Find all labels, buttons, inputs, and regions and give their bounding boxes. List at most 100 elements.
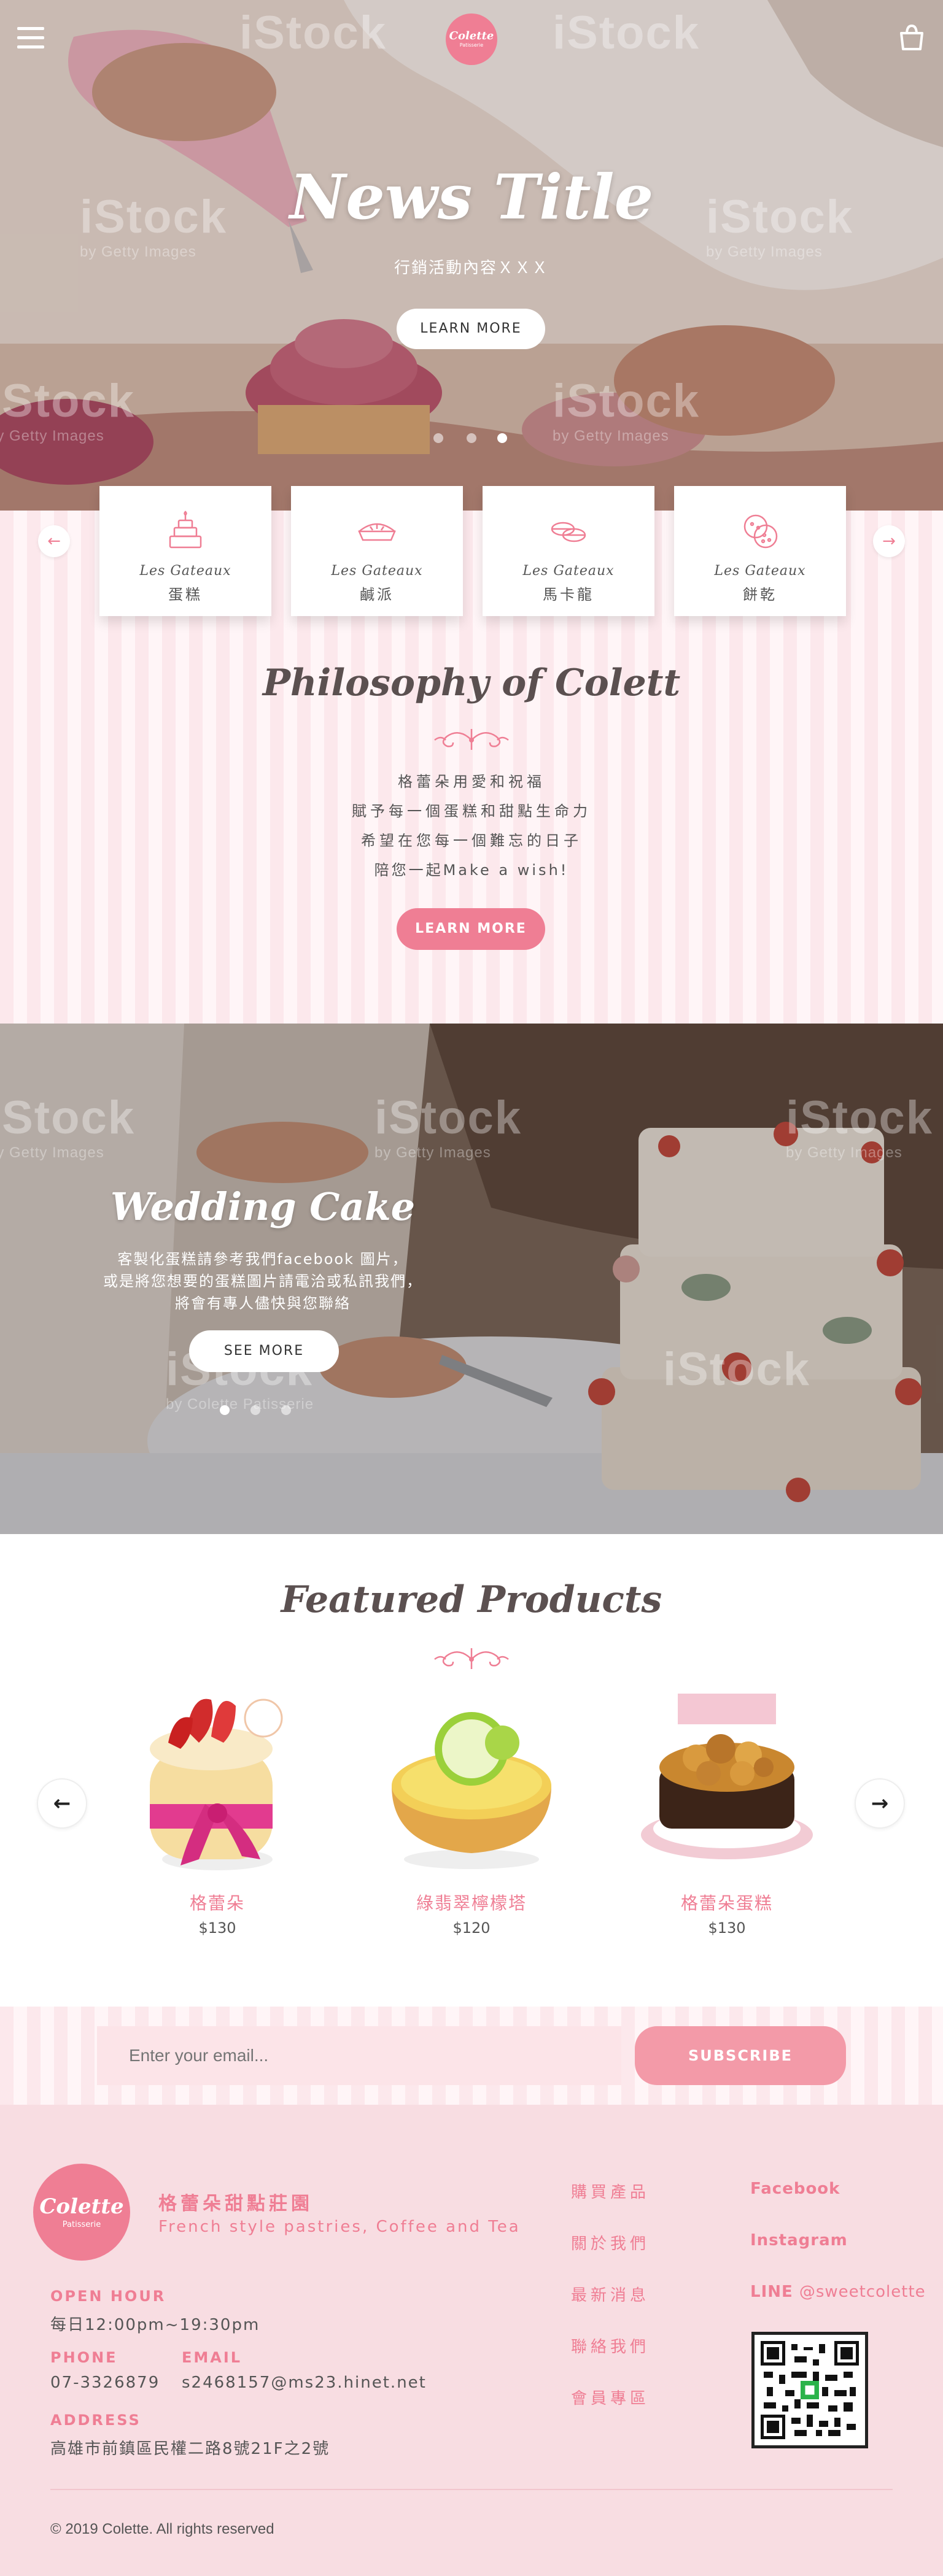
logo[interactable]: Colette Patisserie — [446, 13, 497, 65]
footer-divider — [50, 2489, 893, 2490]
wedding-see-more-button[interactable]: SEE MORE — [189, 1330, 339, 1372]
instagram-link[interactable]: Instagram — [750, 2231, 848, 2250]
category-fr-label: Les Gateaux — [139, 563, 231, 579]
product-name: 綠翡翠檸檬塔 — [416, 1893, 527, 1913]
category-card-cookie[interactable]: Les Gateaux 餅乾 — [674, 486, 846, 616]
wedding-slide-dot[interactable] — [250, 1405, 260, 1415]
footer-logo[interactable]: Colette Patisserie — [33, 2164, 130, 2261]
category-zh-label: 鹹派 — [360, 586, 394, 603]
product-price: $130 — [198, 1919, 236, 1937]
cookie-icon — [743, 514, 778, 549]
copyright: © 2019 Colette. All rights reserved — [50, 2521, 274, 2537]
philosophy-learn-more-button[interactable]: LEARN MORE — [397, 908, 545, 950]
line-qr-code — [751, 2332, 868, 2448]
footer-nav-contact[interactable]: 聯絡我們 — [571, 2334, 650, 2357]
arrow-left-icon: ← — [47, 532, 61, 550]
arrow-left-icon: ← — [53, 1791, 71, 1816]
wedding-watermark: iStock — [663, 1343, 811, 1395]
address-value: 高雄市前鎮區民權二路8號21F之2號 — [50, 2440, 330, 2458]
email-input[interactable] — [97, 2026, 621, 2085]
footer-nav-member[interactable]: 會員專區 — [571, 2386, 650, 2408]
category-fr-label: Les Gateaux — [331, 563, 423, 579]
subscribe-button[interactable]: SUBSCRIBE — [635, 2026, 846, 2085]
philosophy-title: Philosophy of Colett — [262, 661, 681, 704]
category-zh-label: 餅乾 — [743, 586, 777, 603]
wedding-watermark: iStockby Getty Images — [0, 1092, 136, 1161]
category-next-button[interactable]: → — [873, 525, 905, 557]
phone-label: PHONE — [50, 2349, 118, 2366]
line-label: LINE — [750, 2283, 793, 2301]
category-card-macaron[interactable]: Les Gateaux 馬卡龍 — [483, 486, 654, 616]
arrow-right-icon: → — [882, 532, 896, 550]
ornament-divider — [434, 1648, 509, 1669]
logo-text: Colette — [449, 29, 494, 42]
address-label: ADDRESS — [50, 2412, 141, 2429]
pie-icon — [358, 523, 396, 541]
hero-watermark: iStock — [239, 7, 387, 59]
wedding-watermark: iStockby Getty Images — [374, 1092, 522, 1161]
wedding-slide-dot-active[interactable] — [220, 1405, 230, 1415]
cake-icon — [169, 511, 202, 549]
wedding-slide-dot[interactable] — [281, 1405, 291, 1415]
product-price: $130 — [708, 1919, 746, 1937]
wedding-watermark: iStockby Getty Images — [786, 1092, 934, 1161]
product-card[interactable]: 格蕾朵蛋糕 $130 — [635, 1681, 819, 1937]
footer-brand-tagline: French style pastries, Coffee and Tea — [158, 2218, 521, 2236]
products-prev-button[interactable]: ← — [37, 1778, 87, 1829]
wedding-text-line: 將會有專人儘快與您聯絡 — [175, 1295, 351, 1312]
product-card[interactable]: 綠翡翠檸檬塔 $120 — [379, 1681, 564, 1937]
hero-slide-dot-active[interactable] — [497, 433, 507, 443]
philosophy-line: 格蕾朵用愛和祝福 — [398, 773, 545, 790]
hero-slide-dot[interactable] — [467, 433, 476, 443]
category-prev-button[interactable]: ← — [38, 525, 70, 557]
wedding-title: Wedding Cake — [110, 1184, 416, 1229]
hero-watermark: iStockby Getty Images — [706, 191, 854, 260]
footer-nav-about[interactable]: 關於我們 — [571, 2231, 650, 2254]
category-zh-label: 蛋糕 — [168, 586, 203, 603]
line-link[interactable]: LINE @sweetcolette — [750, 2283, 926, 2301]
footer-logo-text: Colette — [39, 2194, 124, 2219]
macaron-icon — [551, 522, 586, 542]
category-fr-label: Les Gateaux — [714, 563, 806, 579]
philosophy-line: 陪您一起Make a wish! — [374, 862, 569, 879]
wedding-section: iStockby Getty Images iStockby Getty Ima… — [0, 1024, 943, 1534]
hero-title: News Title — [289, 161, 654, 233]
line-id: @sweetcolette — [799, 2283, 926, 2301]
product-card[interactable]: 格蕾朵 $130 — [125, 1681, 309, 1937]
category-zh-label: 馬卡龍 — [543, 586, 594, 603]
product-price: $120 — [452, 1919, 491, 1937]
featured-title: Featured Products — [281, 1578, 662, 1621]
email-label: EMAIL — [182, 2349, 243, 2366]
hero-learn-more-button[interactable]: LEARN MORE — [397, 309, 545, 349]
product-image — [392, 1712, 551, 1869]
product-name: 格蕾朵蛋糕 — [680, 1893, 773, 1913]
product-image — [641, 1694, 813, 1859]
wedding-text-line: 客製化蛋糕請參考我們facebook 圖片， — [117, 1251, 408, 1268]
facebook-link[interactable]: Facebook — [750, 2180, 840, 2198]
hero-slide-dot[interactable] — [433, 433, 443, 443]
philosophy-line: 賦予每一個蛋糕和甜點生命力 — [352, 803, 591, 820]
email-value[interactable]: s2468157@ms23.hinet.net — [182, 2374, 427, 2392]
hero-watermark: iStockby Getty Images — [80, 191, 228, 260]
wedding-text-line: 或是將您想要的蛋糕圖片請電洽或私訊我們， — [103, 1273, 422, 1290]
category-card-pie[interactable]: Les Gateaux 鹹派 — [291, 486, 463, 616]
hero-watermark: iStockby Getty Images — [553, 375, 700, 444]
hero-section: iStock by Getty Images iStock by Getty Ima… — [0, 0, 943, 511]
footer-nav-news[interactable]: 最新消息 — [571, 2283, 650, 2305]
hamburger-menu-icon[interactable] — [17, 27, 44, 49]
category-card-cake[interactable]: Les Gateaux 蛋糕 — [99, 486, 271, 616]
shopping-bag-icon[interactable] — [898, 23, 926, 52]
product-name: 格蕾朵 — [189, 1893, 245, 1913]
product-image — [150, 1699, 283, 1870]
open-hour-value: 每日12:00pm~19:30pm — [50, 2316, 260, 2334]
arrow-right-icon: → — [871, 1791, 889, 1816]
products-next-button[interactable]: → — [855, 1778, 905, 1829]
phone-value[interactable]: 07-3326879 — [50, 2374, 160, 2392]
footer-logo-subtext: Patisserie — [62, 2220, 101, 2229]
footer-brand-name: 格蕾朵甜點莊園 — [158, 2193, 313, 2215]
open-hour-label: OPEN HOUR — [50, 2288, 166, 2305]
footer-nav-shop[interactable]: 購買產品 — [571, 2180, 650, 2202]
hero-watermark: iStock — [553, 7, 700, 59]
ornament-divider — [434, 729, 509, 750]
philosophy-line: 希望在您每一個難忘的日子 — [361, 832, 582, 849]
